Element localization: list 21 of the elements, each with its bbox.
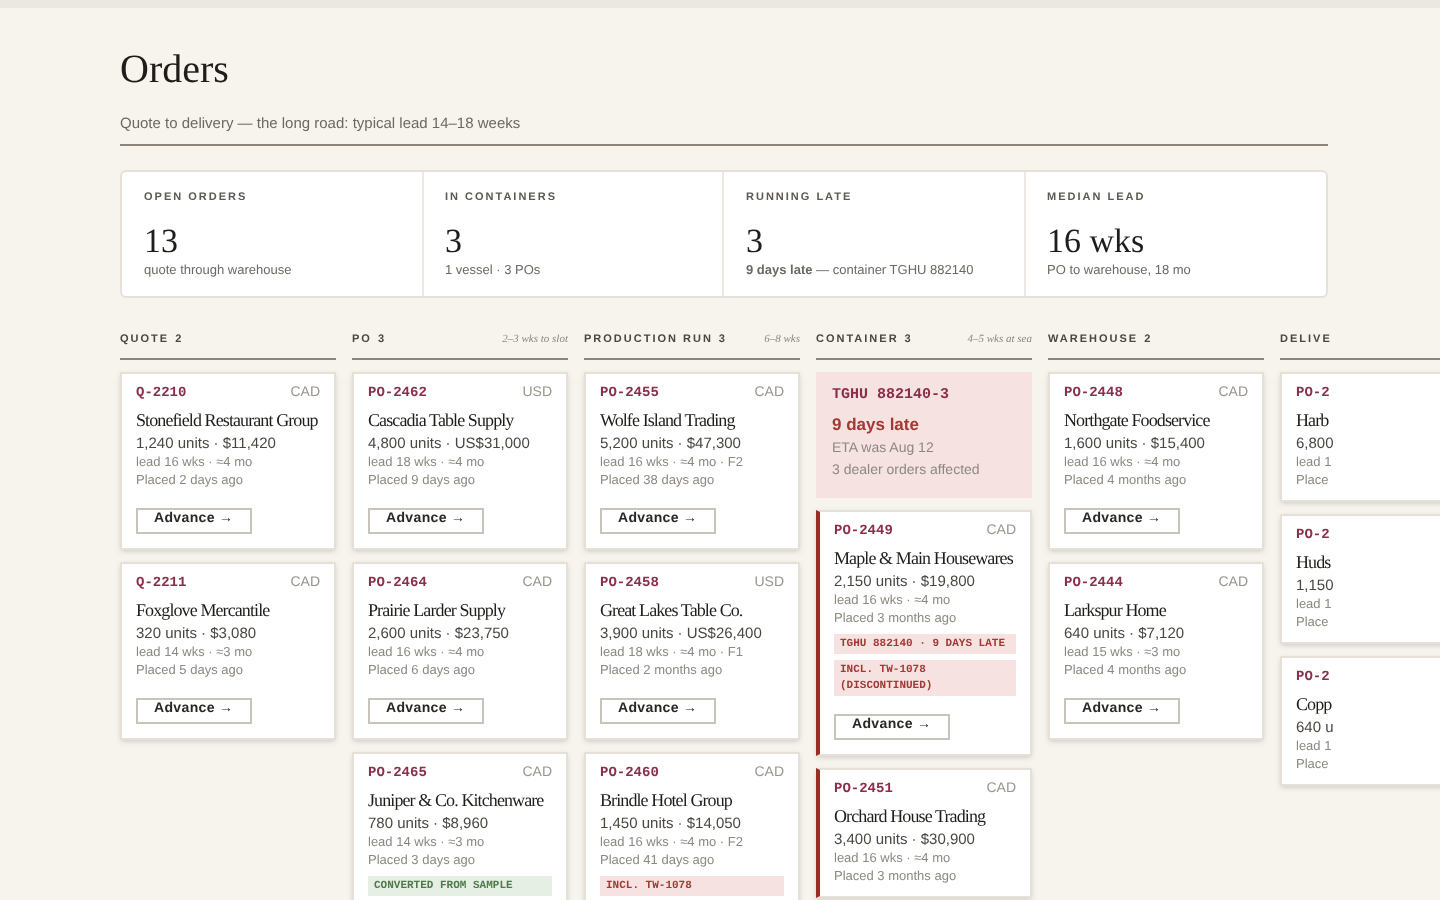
customer-name: Stonefield Restaurant Group <box>136 408 320 433</box>
stat-value: 16 wks <box>1047 221 1147 261</box>
customer-name: Huds <box>1296 550 1333 575</box>
late-notice: 9 days late <box>832 412 921 439</box>
customer-name: Foxglove Mercantile <box>136 598 272 623</box>
customer-name: Great Lakes Table Co. <box>600 598 745 623</box>
customer-name: Wolfe Island Trading <box>600 408 737 433</box>
stat-value: 13 <box>144 221 180 261</box>
customer-name: Cascadia Table Supply <box>368 408 516 433</box>
customer-name: Larkspur Home <box>1064 598 1168 623</box>
page-title: Orders <box>120 46 231 94</box>
customer-name: Orchard House Trading <box>834 804 988 829</box>
stat-value: 3 <box>445 221 464 261</box>
customer-name: Maple & Main Housewares <box>834 546 1015 571</box>
customer-name: Prairie Larder Supply <box>368 598 508 623</box>
customer-name: Juniper & Co. Kitchenware <box>368 788 546 813</box>
stat-value: 3 <box>746 221 765 261</box>
customer-name: Harb <box>1296 408 1331 433</box>
customer-name: Northgate Foodservice <box>1064 408 1212 433</box>
customer-name: Brindle Hotel Group <box>600 788 734 813</box>
customer-name: Copp <box>1296 692 1334 717</box>
